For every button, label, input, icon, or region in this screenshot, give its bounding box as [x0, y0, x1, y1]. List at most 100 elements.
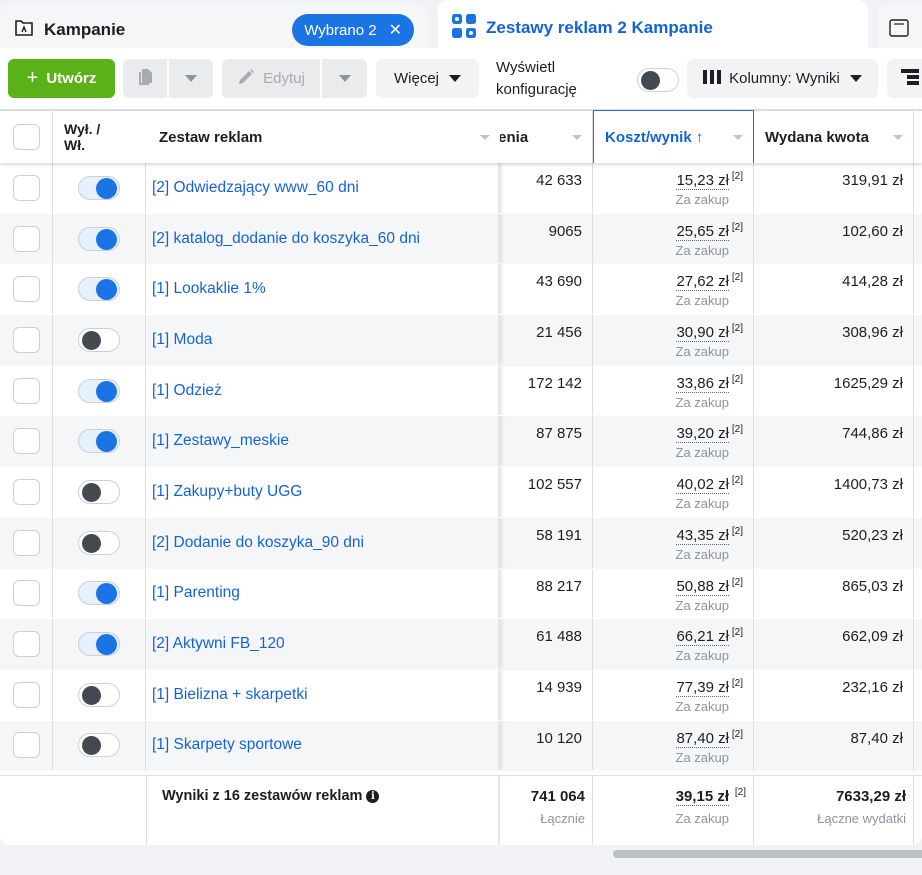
row-checkbox[interactable]: [12, 428, 40, 455]
sort-caret-icon[interactable]: [893, 135, 903, 140]
sort-caret-icon[interactable]: [733, 135, 743, 140]
cost-per-result-value[interactable]: 27,62 zł: [676, 273, 729, 292]
adset-name-link[interactable]: [1] Moda: [152, 331, 212, 349]
selected-badge-label: Wybrano 2: [304, 21, 377, 39]
cost-per-result-value[interactable]: 30,90 zł: [676, 324, 729, 343]
adset-name-link[interactable]: [1] Bielizna + skarpetki: [152, 686, 308, 704]
cost-per-result-value[interactable]: 25,65 zł: [676, 222, 729, 241]
columns-button[interactable]: Kolumny: Wyniki: [687, 59, 878, 98]
adset-toggle[interactable]: [78, 175, 120, 200]
cost-per-result-sub: Za zakup: [675, 445, 729, 461]
selected-badge[interactable]: Wybrano 2 ✕: [292, 14, 414, 46]
adset-name-link[interactable]: [1] Odzież: [152, 382, 222, 400]
column-header-cost-per-result[interactable]: Koszt/wynik ↑: [593, 110, 754, 163]
cost-per-result-value[interactable]: 43,35 zł: [676, 526, 729, 545]
cost-per-result-sub: Za zakup: [675, 597, 729, 613]
table-row[interactable]: [2] Odwiedzający www_60 dni 42 633 15,23…: [0, 163, 922, 214]
create-button[interactable]: + Utwórz: [8, 59, 115, 98]
plus-icon: +: [26, 67, 39, 89]
impressions-cell: 88 217: [500, 568, 593, 619]
adset-toggle[interactable]: [78, 226, 120, 251]
adset-name-link[interactable]: [1] Lookaklie 1%: [152, 280, 266, 298]
column-header-amount-spent[interactable]: Wydana kwota: [754, 111, 914, 163]
row-onoff-cell: [53, 365, 146, 416]
edit-button[interactable]: Edytuj: [222, 59, 320, 98]
row-checkbox[interactable]: [12, 326, 40, 353]
table-row[interactable]: [1] Lookaklie 1% 43 690 27,62 zł [2] Za …: [0, 264, 922, 315]
row-checkbox[interactable]: [12, 529, 40, 556]
info-icon[interactable]: i: [366, 790, 380, 803]
select-all-checkbox[interactable]: [12, 124, 40, 150]
column-header-adset[interactable]: Zestaw reklam: [146, 111, 500, 163]
adset-toggle[interactable]: [78, 632, 120, 657]
adset-toggle[interactable]: [78, 277, 120, 302]
footnote-marker: [2]: [731, 171, 743, 182]
cost-per-result-value[interactable]: 50,88 zł: [676, 577, 729, 596]
row-checkbox[interactable]: [12, 478, 40, 505]
more-button[interactable]: Więcej: [376, 59, 479, 98]
adset-toggle[interactable]: [78, 733, 120, 758]
adset-name-cell: [2] Aktywni FB_120: [146, 619, 500, 669]
column-header-onoff[interactable]: Wył. / Wł.: [53, 111, 146, 163]
adset-name-link[interactable]: [2] Dodanie do koszyka_90 dni: [152, 534, 364, 552]
breakdown-button[interactable]: [887, 59, 922, 98]
table-row[interactable]: [2] Aktywni FB_120 61 488 66,21 zł [2] Z…: [0, 619, 922, 670]
horizontal-scrollbar[interactable]: [613, 850, 922, 858]
cost-per-result-value[interactable]: 33,86 zł: [676, 374, 729, 393]
row-checkbox[interactable]: [12, 580, 40, 607]
sort-caret-icon[interactable]: [480, 135, 490, 140]
adset-name-link[interactable]: [2] katalog_dodanie do koszyka_60 dni: [152, 230, 420, 248]
table-row[interactable]: [1] Moda 21 456 30,90 zł [2] Za zakup 30…: [0, 315, 922, 366]
adset-toggle[interactable]: [78, 530, 120, 555]
row-checkbox[interactable]: [12, 225, 40, 252]
duplicate-button[interactable]: [123, 59, 167, 98]
toggle-knob: [82, 685, 101, 705]
adset-name-link[interactable]: [2] Odwiedzający www_60 dni: [152, 179, 359, 197]
adset-name-link[interactable]: [2] Aktywni FB_120: [152, 635, 285, 653]
cost-per-result-value[interactable]: 87,40 zł: [676, 729, 729, 748]
amount-spent-cell: 865,03 zł: [754, 568, 914, 619]
table-row[interactable]: [1] Parenting 88 217 50,88 zł [2] Za zak…: [0, 568, 922, 620]
show-config-toggle[interactable]: [637, 68, 679, 92]
toggle-knob: [96, 228, 117, 250]
cost-per-result-value[interactable]: 77,39 zł: [676, 678, 729, 697]
row-checkbox[interactable]: [12, 276, 40, 303]
row-checkbox[interactable]: [12, 377, 40, 404]
cost-per-result-value[interactable]: 40,02 zł: [676, 476, 729, 495]
adset-name-link[interactable]: [1] Parenting: [152, 584, 240, 602]
cost-per-result-cell: 40,02 zł [2] Za zakup: [593, 467, 754, 517]
table-row[interactable]: [1] Skarpety sportowe 10 120 87,40 zł [2…: [0, 720, 922, 772]
adset-toggle[interactable]: [78, 682, 120, 707]
adset-name-cell: [1] Zestawy_meskie: [146, 416, 500, 467]
table-row[interactable]: [2] Dodanie do koszyka_90 dni 58 191 43,…: [0, 517, 922, 569]
close-icon[interactable]: ✕: [389, 20, 402, 40]
adset-name-link[interactable]: [1] Zakupy+buty UGG: [152, 483, 302, 501]
table-row[interactable]: [1] Zestawy_meskie 87 875 39,20 zł [2] Z…: [0, 416, 922, 468]
summary-cost: 39,15 zł [2] Za zakup: [593, 776, 754, 845]
edit-dropdown[interactable]: [322, 59, 367, 98]
row-checkbox[interactable]: [12, 732, 40, 759]
cost-per-result-value[interactable]: 39,20 zł: [676, 425, 729, 444]
sort-caret-icon[interactable]: [572, 135, 582, 140]
table-row[interactable]: [1] Zakupy+buty UGG 102 557 40,02 zł [2]…: [0, 467, 922, 518]
adset-name-link[interactable]: [1] Skarpety sportowe: [152, 736, 302, 754]
adset-toggle[interactable]: [78, 327, 120, 352]
adset-toggle[interactable]: [78, 429, 120, 454]
cost-per-result-value[interactable]: 15,23 zł: [676, 172, 729, 190]
row-checkbox[interactable]: [12, 174, 40, 201]
column-header-impressions[interactable]: lenia: [500, 111, 593, 163]
cost-per-result-value[interactable]: 66,21 zł: [676, 628, 729, 647]
row-onoff-cell: [53, 416, 146, 467]
row-select-cell: [0, 213, 53, 264]
table-row[interactable]: [1] Odzież 172 142 33,86 zł [2] Za zakup…: [0, 365, 922, 417]
row-checkbox[interactable]: [12, 631, 40, 658]
adset-toggle[interactable]: [78, 581, 120, 606]
adset-toggle[interactable]: [78, 378, 120, 403]
adset-toggle[interactable]: [78, 479, 120, 504]
table-row[interactable]: [1] Bielizna + skarpetki 14 939 77,39 zł…: [0, 669, 922, 721]
duplicate-dropdown[interactable]: [169, 59, 213, 98]
row-onoff-cell: [53, 619, 146, 669]
adset-name-link[interactable]: [1] Zestawy_meskie: [152, 432, 289, 450]
row-checkbox[interactable]: [12, 681, 40, 708]
table-row[interactable]: [2] katalog_dodanie do koszyka_60 dni 90…: [0, 213, 922, 265]
